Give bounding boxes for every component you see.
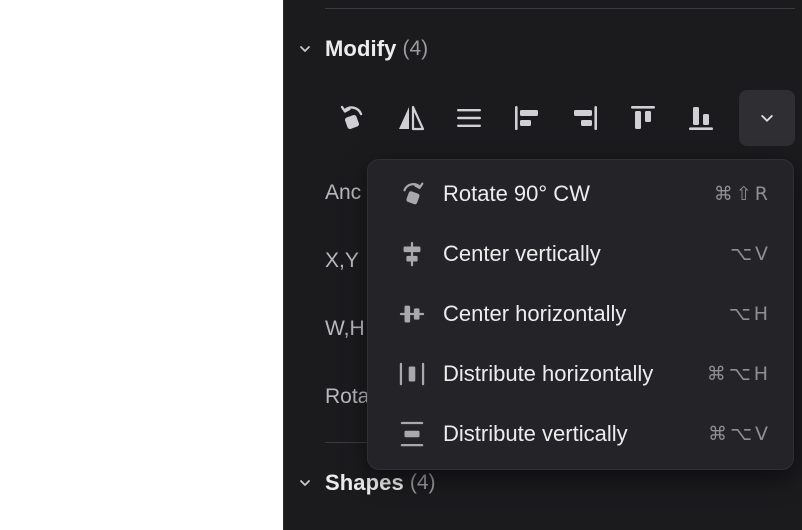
align-left-button[interactable] bbox=[499, 90, 555, 146]
xy-label: X,Y bbox=[325, 249, 359, 272]
modify-section-header[interactable]: Modify (4) bbox=[296, 34, 428, 64]
menu-item-label: Center horizontally bbox=[443, 301, 627, 326]
more-actions-button[interactable] bbox=[739, 90, 795, 146]
rotate-ccw-icon bbox=[340, 105, 363, 129]
menu-item-label: Center vertically bbox=[443, 241, 601, 266]
chevron-down-icon bbox=[296, 40, 314, 58]
menu-item-label: Distribute vertically bbox=[443, 421, 628, 446]
divider bbox=[325, 8, 795, 9]
menu-item-label: Rotate 90° CW bbox=[443, 181, 590, 206]
align-center-horizontal-button[interactable] bbox=[441, 90, 497, 146]
rotate-cw-icon bbox=[396, 178, 428, 210]
menu-item-label: Distribute horizontally bbox=[443, 361, 654, 386]
modify-dropdown-menu: Rotate 90° CW ⌘⇧R Center vertically ⌥V C… bbox=[367, 159, 794, 470]
section-title: Shapes bbox=[325, 470, 404, 495]
align-center-horizontal-icon bbox=[457, 109, 481, 127]
align-top-icon bbox=[631, 106, 655, 129]
menu-item-center-horizontally[interactable]: Center horizontally ⌥H bbox=[368, 284, 795, 344]
menu-item-shortcut: ⌥H bbox=[728, 303, 771, 325]
chevron-down-icon bbox=[296, 474, 314, 492]
section-count: (4) bbox=[402, 37, 429, 60]
align-right-icon bbox=[574, 106, 597, 130]
section-count: (4) bbox=[409, 471, 436, 494]
menu-item-distribute-horizontally[interactable]: Distribute horizontally ⌘⌥H bbox=[368, 344, 795, 404]
section-title: Modify bbox=[325, 36, 397, 61]
wh-label: W,H bbox=[325, 317, 365, 340]
distribute-vertically-icon bbox=[396, 418, 428, 450]
align-left-icon bbox=[515, 106, 538, 130]
menu-item-shortcut: ⌥V bbox=[730, 243, 771, 265]
menu-item-distribute-vertically[interactable]: Distribute vertically ⌘⌥V bbox=[368, 404, 795, 464]
menu-item-center-vertically[interactable]: Center vertically ⌥V bbox=[368, 224, 795, 284]
canvas-area[interactable] bbox=[0, 0, 283, 530]
flip-horizontal-icon bbox=[399, 105, 425, 131]
chevron-down-icon bbox=[761, 115, 773, 122]
align-bottom-button[interactable] bbox=[673, 90, 729, 146]
menu-item-shortcut: ⌘⌥H bbox=[706, 363, 771, 385]
modify-toolbar bbox=[325, 90, 795, 146]
flip-horizontal-button[interactable] bbox=[383, 90, 439, 146]
distribute-horizontally-icon bbox=[396, 358, 428, 390]
center-vertically-icon bbox=[396, 238, 428, 270]
center-horizontally-icon bbox=[396, 298, 428, 330]
align-right-button[interactable] bbox=[557, 90, 613, 146]
align-bottom-icon bbox=[689, 107, 713, 130]
rotation-label: Rota bbox=[325, 385, 370, 408]
shapes-section-header[interactable]: Shapes (4) bbox=[296, 468, 436, 498]
menu-item-shortcut: ⌘⇧R bbox=[713, 183, 771, 205]
menu-item-shortcut: ⌘⌥V bbox=[708, 423, 771, 445]
align-top-button[interactable] bbox=[615, 90, 671, 146]
menu-item-rotate-90-cw[interactable]: Rotate 90° CW ⌘⇧R bbox=[368, 164, 795, 224]
rotate-ccw-button[interactable] bbox=[325, 90, 381, 146]
anchor-label: Anc bbox=[325, 181, 362, 204]
